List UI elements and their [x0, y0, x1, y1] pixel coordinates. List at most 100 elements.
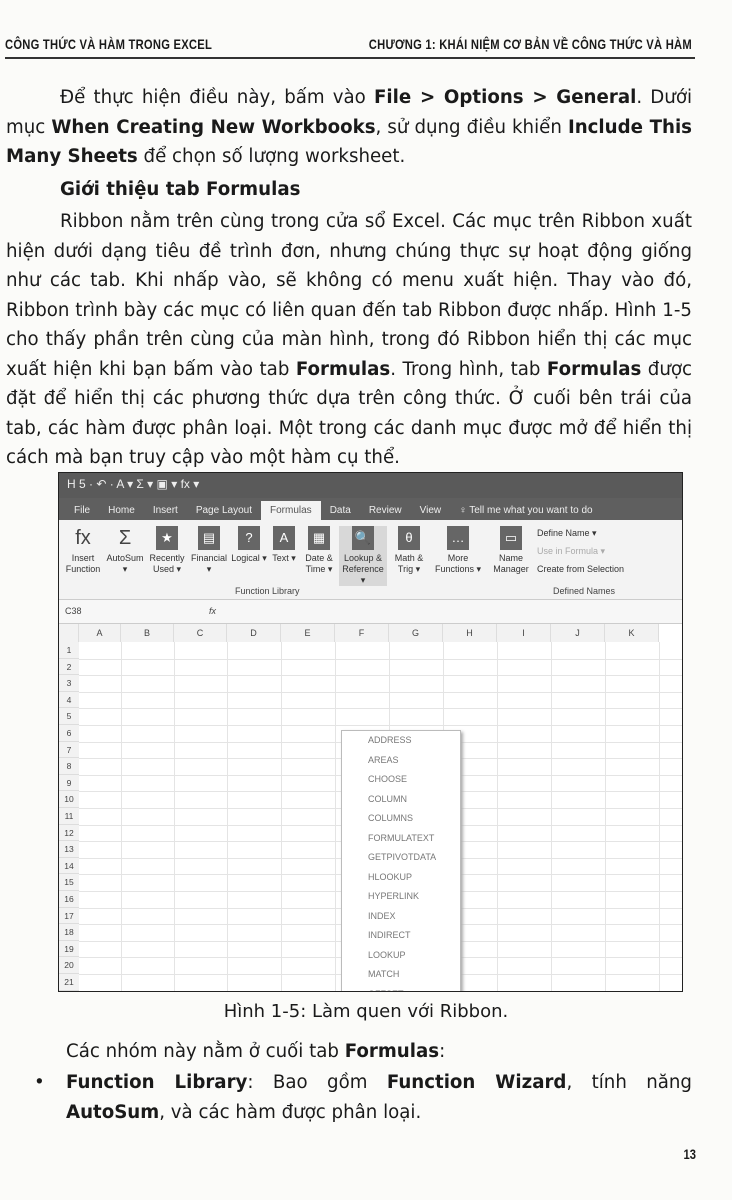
row-header: 2 — [59, 658, 79, 676]
ribbon-icon-3: ▤ — [198, 526, 220, 550]
dropdown-item-hlookup: HLOOKUP — [368, 871, 413, 882]
ribbon-button-label: Insert Function — [65, 553, 101, 574]
ribbon-icon-10: ▭ — [500, 526, 522, 550]
column-line — [335, 642, 336, 991]
row-header: 19 — [59, 940, 79, 958]
tab-2: Insert — [152, 505, 178, 516]
running-header-left: CÔNG THỨC VÀ HÀM TRONG EXCEL — [5, 36, 213, 52]
ribbon-button-label: Lookup & Reference ▾ — [342, 553, 384, 585]
defined-names-list: Define Name ▾ Use in Formula ▾ Create fr… — [537, 524, 624, 578]
row-header: 9 — [59, 774, 79, 792]
ribbon-button-5: A Text ▾ — [269, 526, 299, 564]
tab-4: Formulas — [261, 501, 321, 520]
ribbon-button-label: Logical ▾ — [231, 553, 267, 563]
column-header: H — [443, 624, 497, 642]
paragraph-1: Để thực hiện điều này, bấm vào File > Op… — [6, 87, 693, 167]
dropdown-item-column: COLUMN — [368, 793, 408, 804]
dropdown-item-hyperlink: HYPERLINK — [368, 891, 420, 901]
ribbon-button-6: ▦ Date & Time ▾ — [301, 526, 337, 575]
quick-access-toolbar: H 5 · ↶ · A ▾ Σ ▾ ▣ ▾ fx ▾ — [59, 473, 682, 498]
column-header: B — [121, 624, 174, 642]
ribbon: Function Library Defined Names Define Na… — [59, 520, 682, 600]
paragraph-2: Ribbon nằm trên cùng trong cửa sổ Excel.… — [6, 211, 692, 468]
row-line — [79, 658, 682, 660]
column-header: I — [497, 624, 551, 642]
dropdown-item-choose: CHOOSE — [368, 774, 408, 784]
ribbon-button-label: AutoSum ▾ — [106, 553, 144, 574]
group-label-defined-names: Defined Names — [553, 586, 616, 596]
column-line — [497, 642, 498, 991]
running-header-right: CHƯƠNG 1: KHÁI NIỆM CƠ BẢN VỀ CÔNG THỨC … — [368, 36, 692, 52]
row-line — [79, 708, 682, 710]
ribbon-icon-6: ▦ — [308, 526, 330, 550]
ribbon-button-label: Text ▾ — [272, 553, 296, 563]
ribbon-button-label: Recently Used ▾ — [149, 553, 185, 574]
row-header: 5 — [59, 708, 79, 725]
ribbon-button-4: ? Logical ▾ — [231, 526, 267, 564]
excel-screenshot: H 5 · ↶ · A ▾ Σ ▾ ▣ ▾ fx ▾ File Home Inser… — [58, 472, 683, 992]
worksheet-grid: A B C D E F G H I J K 1 2 3 4 5 6 7 8 9 10 11 12 13 14 15 16 17 18 19… — [59, 624, 682, 992]
ribbon-icon-4: ? — [238, 526, 260, 550]
create-from-selection-button: Create from Selection — [537, 564, 625, 574]
ribbon-button-8: θ Math & Trig ▾ — [389, 526, 429, 575]
ribbon-button-label: Date & Time ▾ — [305, 553, 333, 574]
bullet-item: • Function Library: Bao gồm Function Wiz… — [6, 1068, 692, 1127]
dropdown-item-areas: AREAS — [368, 754, 399, 765]
tab-5: Data — [329, 505, 351, 516]
ribbon-icon-9: … — [447, 526, 469, 550]
tab-1: Home — [108, 505, 135, 516]
column-line — [227, 642, 228, 991]
column-line — [174, 642, 175, 991]
ribbon-button-0: fx Insert Function — [63, 526, 103, 575]
column-header: A — [79, 624, 121, 642]
ribbon-tabs: File Home Insert Page Layout Formulas Data Rev… — [59, 498, 682, 520]
column-header: F — [335, 624, 389, 642]
row-header: 16 — [59, 891, 79, 908]
row-line — [79, 725, 682, 726]
tab-8: ♀ Tell me what you want to do — [459, 505, 593, 516]
figure-caption: Hình 1-5: Làm quen với Ribbon. — [223, 1001, 509, 1022]
dropdown-item-address: ADDRESS — [368, 735, 412, 745]
ribbon-button-3: ▤ Financial ▾ — [189, 526, 229, 575]
row-header: 15 — [59, 874, 79, 891]
row-header: 10 — [59, 791, 79, 808]
dropdown-item-offset: OFFSET — [342, 985, 460, 992]
ribbon-button-label: Financial ▾ — [190, 553, 228, 574]
dropdown-item-getpivotdata: GETPIVOTDATA — [368, 852, 437, 862]
row-header: 18 — [59, 924, 79, 941]
dropdown-item-lookup: LOOKUP — [368, 949, 406, 960]
group-label-function-library: Function Library — [235, 586, 300, 596]
row-header: 17 — [59, 907, 79, 925]
column-line — [605, 642, 606, 991]
row-header: 1 — [59, 642, 79, 659]
lookup-reference-dropdown: ADDRESS AREAS CHOOSE COLUMN COLUMNS FORMULATE… — [341, 730, 461, 992]
dropdown-item-indirect: INDIRECT — [368, 930, 411, 940]
column-line — [551, 642, 552, 991]
row-header: 11 — [59, 808, 79, 825]
tab-7: View — [419, 505, 442, 516]
column-line — [121, 642, 122, 991]
ribbon-button-9: … More Functions ▾ — [433, 526, 483, 575]
ribbon-icon-1: Σ — [118, 527, 132, 549]
page-number: 13 — [683, 1146, 697, 1162]
define-name-button: Define Name ▾ — [537, 528, 597, 538]
ribbon-icon-0: fx — [75, 527, 91, 549]
dropdown-item-index: INDEX — [368, 910, 396, 921]
column-header: G — [389, 624, 443, 642]
column-header: D — [227, 624, 281, 642]
select-all-corner — [59, 624, 79, 642]
tab-0: File — [74, 505, 91, 516]
ribbon-button-7: 🔍 Lookup & Reference ▾ — [339, 526, 387, 586]
column-header: J — [551, 624, 605, 642]
row-line — [79, 675, 682, 677]
formula-bar: C38 fx — [59, 600, 682, 624]
row-header: 12 — [59, 824, 79, 842]
header-rule — [5, 57, 695, 59]
column-header: K — [605, 624, 659, 642]
dropdown-item-match: MATCH — [368, 969, 400, 979]
fx-icon: fx — [209, 606, 217, 616]
ribbon-icon-8: θ — [398, 526, 420, 550]
row-header: 4 — [59, 691, 79, 709]
ribbon-icon-2: ★ — [156, 526, 178, 550]
ribbon-button-10: ▭ Name Manager — [489, 526, 533, 575]
